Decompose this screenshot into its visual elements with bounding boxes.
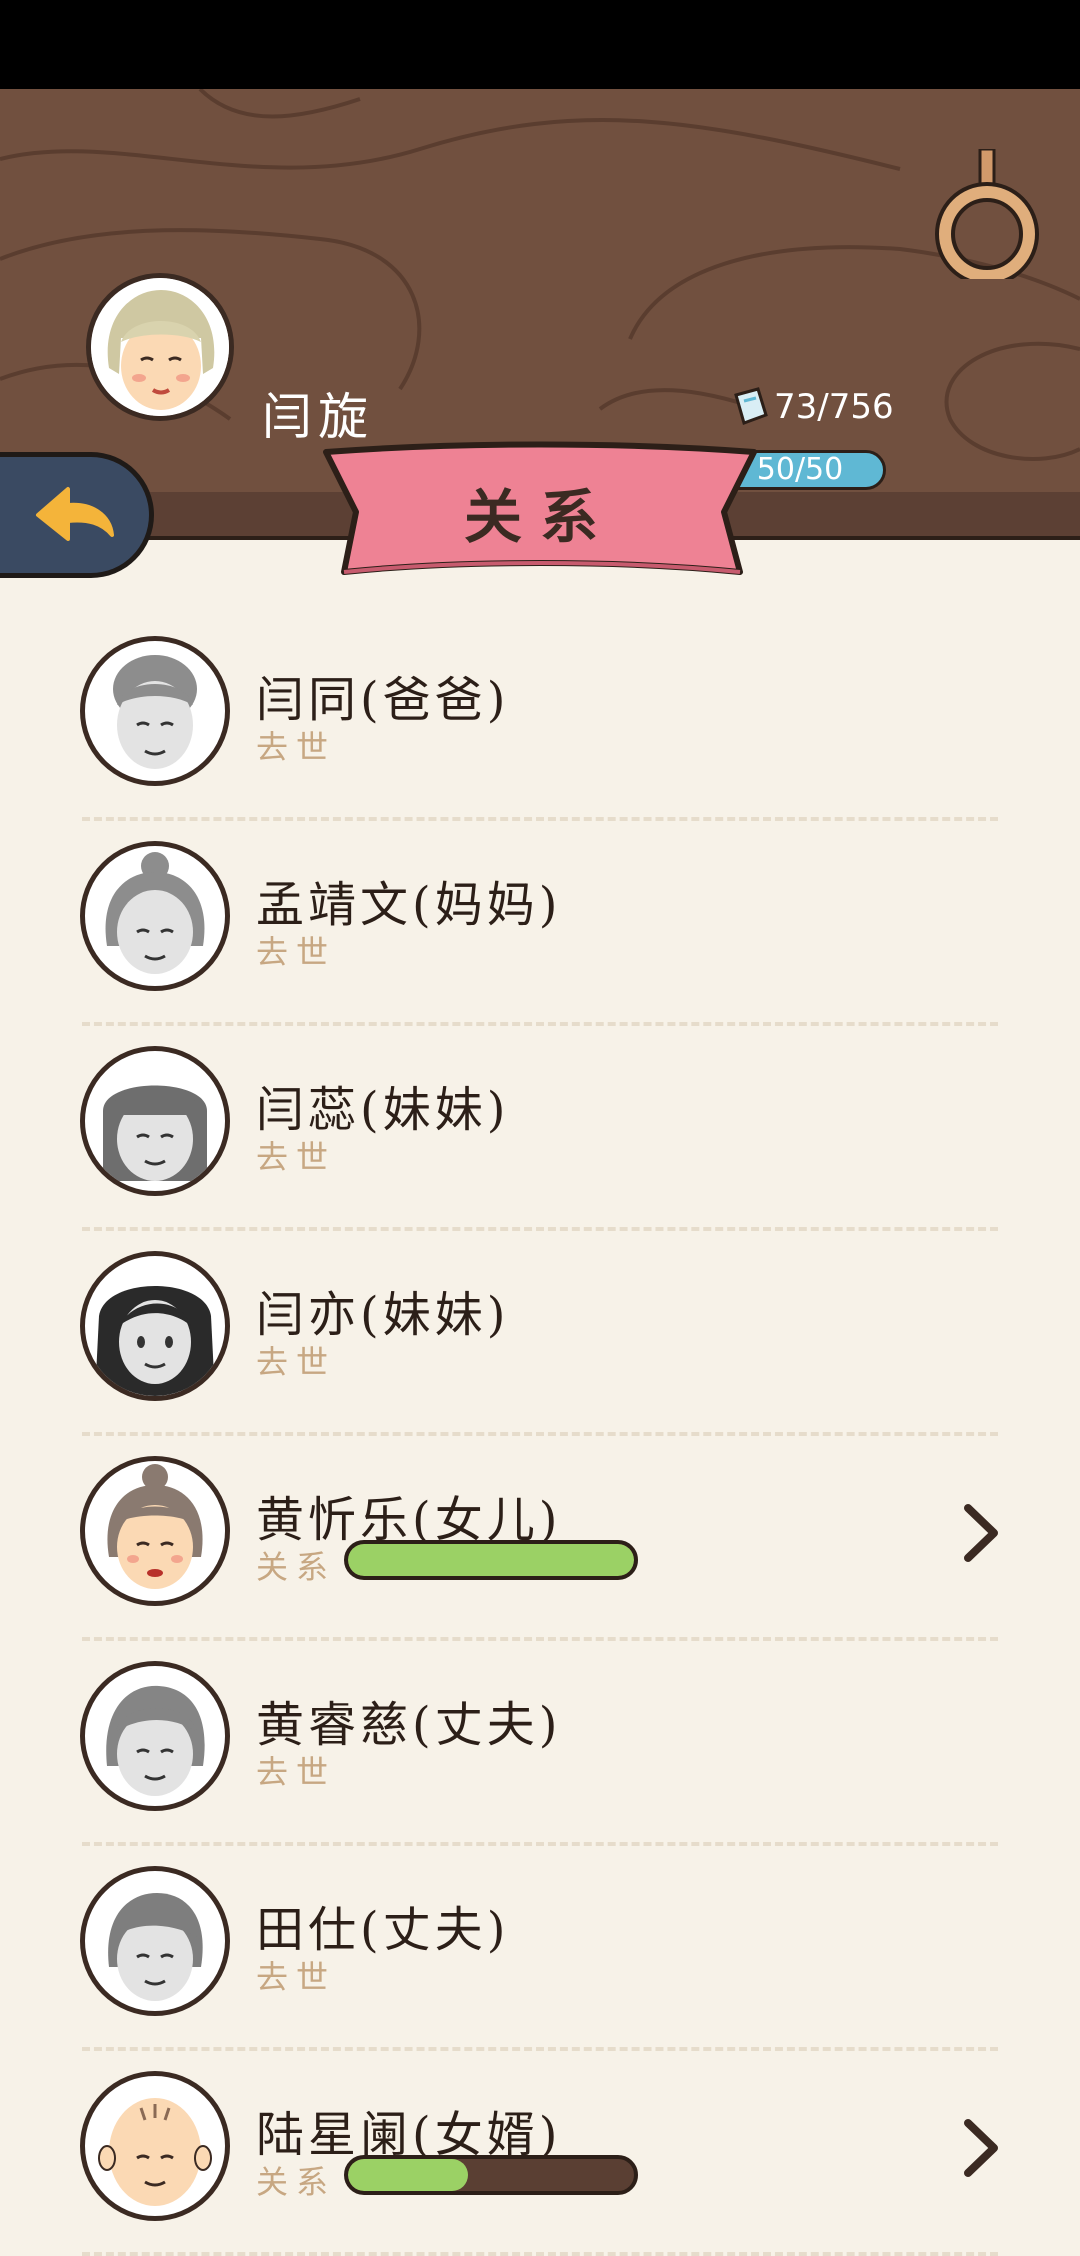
profile-name: 闫旋 [262, 388, 374, 446]
pull-ring-icon[interactable] [930, 149, 1040, 279]
relation-bar-fill [348, 1544, 634, 1576]
relation-bar-fill [348, 2159, 469, 2191]
elderly-woman-face-icon [91, 278, 229, 416]
relation-name: 田仕(丈夫) [256, 1902, 510, 1958]
relation-status: 去世 [256, 1753, 337, 1791]
relation-status: 去世 [256, 1343, 337, 1381]
avatar [80, 1866, 230, 2016]
husband-face-icon [106, 1685, 205, 1796]
relations-list: 闫同(爸爸) 去世 孟靖文(妈妈) 去世 闫蕊(妹妹) 去世 闫亦(妹妹) 去世… [0, 616, 1080, 2256]
relation-name: 黄睿慈(丈夫) [256, 1697, 562, 1753]
husband-face-icon [108, 1893, 203, 2001]
avatar [80, 1456, 230, 1606]
relation-name: 孟靖文(妈妈) [256, 877, 562, 933]
list-item: 闫亦(妹妹) 去世 [0, 1231, 1080, 1436]
avatar [80, 1046, 230, 1196]
list-item[interactable]: 黄忻乐(女儿) 关系 [0, 1436, 1080, 1641]
relation-name: 闫同(爸爸) [256, 672, 510, 728]
relation-bar [344, 1540, 638, 1580]
relation-status: 去世 [256, 1958, 337, 1996]
coin-count: 73/756 [774, 387, 894, 427]
father-face-icon [113, 655, 197, 769]
chevron-right-icon[interactable] [958, 1500, 1004, 1566]
list-item: 闫蕊(妹妹) 去世 [0, 1026, 1080, 1231]
avatar [80, 841, 230, 991]
ticket-icon [734, 387, 768, 425]
sister-face-icon [95, 1286, 215, 1396]
relation-status: 关系 [256, 1548, 337, 1586]
relation-status: 去世 [256, 1138, 337, 1176]
relation-name: 闫蕊(妹妹) [256, 1082, 510, 1138]
relation-status: 去世 [256, 728, 337, 766]
profile-header: 闫旋 73/756 体力 50/50 [0, 89, 1080, 493]
list-item[interactable]: 陆星阑(女婿) 关系 [0, 2051, 1080, 2256]
relation-status: 关系 [256, 2163, 337, 2201]
daughter-face-icon [107, 1464, 203, 1589]
status-bar [0, 0, 1080, 89]
list-item: 闫同(爸爸) 去世 [0, 616, 1080, 821]
avatar [80, 1661, 230, 1811]
list-item: 黄睿慈(丈夫) 去世 [0, 1641, 1080, 1846]
back-button[interactable] [0, 452, 154, 578]
profile-avatar[interactable] [86, 273, 234, 421]
son-in-law-face-icon [98, 2098, 212, 2206]
divider [82, 2252, 998, 2256]
chevron-right-icon[interactable] [958, 2115, 1004, 2181]
relation-bar [344, 2155, 638, 2195]
list-item: 田仕(丈夫) 去世 [0, 1846, 1080, 2051]
relation-status: 去世 [256, 933, 337, 971]
avatar [80, 636, 230, 786]
back-arrow-icon [35, 487, 114, 541]
avatar [80, 2071, 230, 2221]
page-title: 关系 [463, 483, 616, 551]
relation-name: 闫亦(妹妹) [256, 1287, 510, 1343]
sister-face-icon [103, 1085, 207, 1181]
list-item: 孟靖文(妈妈) 去世 [0, 821, 1080, 1026]
coin-counter: 73/756 [730, 385, 894, 429]
avatar [80, 1251, 230, 1401]
mother-face-icon [105, 852, 205, 974]
